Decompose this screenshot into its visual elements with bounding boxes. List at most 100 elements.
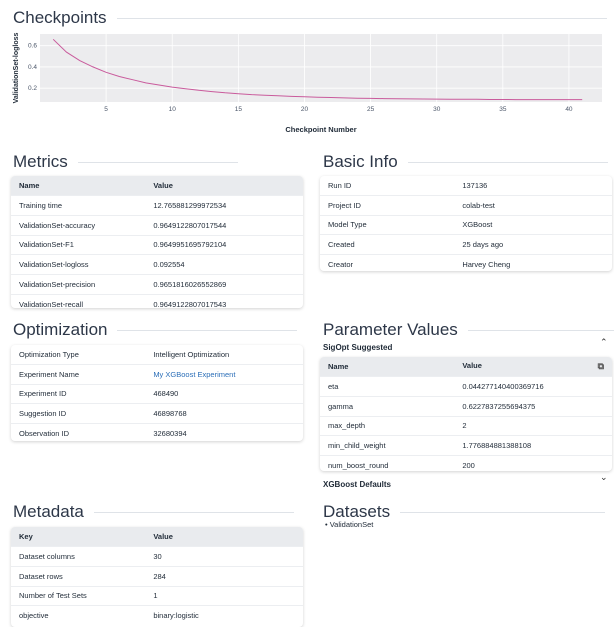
parameter-value: 1.776884881388108 [454,435,612,456]
metadata-value: 1 [145,585,303,606]
x-tick-label: 15 [235,106,243,113]
column-header-key: Key [11,527,146,547]
table-row: Suggestion ID 46898768 [11,403,303,425]
x-tick-label: 10 [169,106,177,113]
parameter-value: 0.6227837255694375 [454,395,612,417]
table-row: Dataset rows 284 [11,565,303,587]
table-row: Created 25 days ago [320,234,612,256]
divider [116,17,607,19]
metric-value: 0.9651816026552869 [145,274,303,295]
metric-name: ValidationSet-precision [11,274,146,295]
basic-info-title-text: Basic Info [323,152,398,171]
info-key: Model Type [320,215,455,236]
datasets-title-text: Datasets [323,502,391,521]
info-key: Run ID [320,176,455,196]
x-tick-label: 25 [367,106,375,113]
metrics-title: Metrics [13,152,238,172]
parameter-value: 200 [454,455,612,471]
column-header-value: Value [462,361,482,370]
metric-value: 12.765881299972534 [145,195,303,216]
dataset-item: ValidationSet [329,520,374,529]
optimization-title: Optimization [13,320,298,340]
table-row: ValidationSet-logloss 0.092554 [11,254,303,275]
y-axis-label: ValidationSet-logloss [13,33,20,104]
table-row: Experiment Name My XGBoost Experiment [11,364,303,385]
optimization-value: 468490 [145,384,303,405]
optimization-key: Observation ID [11,423,146,441]
optimization-title-text: Optimization [13,320,108,339]
info-value: Harvey Cheng [454,254,612,271]
parameter-name: num_boost_round [320,455,455,471]
info-key: Creator [320,254,455,271]
table-row: max_depth 2 [320,415,612,436]
metadata-table: Key Value Dataset columns 30 Dataset rows… [11,527,303,627]
chevron-up-icon[interactable]: ⌃ [600,337,608,348]
optimization-key: Suggestion ID [11,403,146,425]
table-row: Project ID colab-test [320,195,612,216]
experiment-name-link[interactable]: My XGBoost Experiment [153,370,235,379]
divider [467,329,614,331]
table-row: gamma 0.6227837255694375 [320,395,612,417]
optimization-table: Optimization Type Intelligent Optimizatio… [11,345,303,441]
metadata-key: objective [11,605,146,626]
divider [117,329,298,331]
column-header-name: Name [320,357,455,377]
xgboost-defaults-label[interactable]: XGBoost Defaults [323,480,391,489]
checkpoints-chart: 5 10 15 20 25 30 35 40 0.2 0.4 0.6 ValidationSet-l… [13,33,602,134]
optimization-value: 46898768 [145,403,303,425]
info-key: Project ID [320,195,455,216]
basic-info-table: Run ID 137136 Project ID colab-test Model … [320,176,612,271]
parameter-name: min_child_weight [320,435,455,456]
parameter-values-title: Parameter Values [323,320,614,340]
parameters-table: Name Value ⧉ eta 0.044277140400369716 gamm… [320,357,612,471]
table-row: Model Type XGBoost [320,215,612,236]
chevron-down-icon[interactable]: ⌄ [600,472,608,483]
basic-info-title: Basic Info [323,152,608,172]
parameter-name: max_depth [320,415,455,436]
table-row: Optimization Type Intelligent Optimizatio… [11,345,303,365]
x-tick-label: 5 [104,106,108,113]
info-value: colab-test [454,195,612,216]
table-row: num_boost_round 200 [320,455,612,471]
info-value: 137136 [454,176,612,196]
metadata-value: 30 [145,546,303,567]
metadata-value: binary:logistic [145,605,303,626]
metrics-title-text: Metrics [13,152,68,171]
value-header-cell: Value ⧉ [454,357,612,377]
metric-value: 0.9649122807017544 [145,214,303,236]
metric-name: ValidationSet-logloss [11,254,146,275]
y-tick-label: 0.6 [28,43,37,50]
optimization-key: Experiment ID [11,384,146,405]
table-row: Number of Test Sets 1 [11,585,303,606]
x-tick-label: 40 [565,106,573,113]
checkpoints-title-text: Checkpoints [13,8,107,27]
copy-icon[interactable]: ⧉ [598,361,604,372]
metric-name: ValidationSet-recall [11,293,146,308]
divider [400,511,606,513]
metadata-key: Number of Test Sets [11,585,146,606]
table-row: Training time 12.765881299972534 [11,195,303,216]
optimization-value: 32680394 [145,423,303,441]
parameter-value: 0.044277140400369716 [454,376,612,397]
y-tick-label: 0.2 [28,85,37,92]
metric-value: 0.9649122807017543 [145,293,303,308]
y-tick-label: 0.4 [28,64,37,71]
parameter-value: 2 [454,415,612,436]
metadata-title: Metadata [13,502,294,522]
optimization-key: Experiment Name [11,364,146,385]
column-header-value: Value [145,176,303,196]
x-tick-label: 30 [433,106,441,113]
column-header-value: Value [145,527,303,547]
divider [93,511,294,513]
datasets-list: • ValidationSet [325,520,374,529]
x-tick-label: 35 [499,106,507,113]
sigopt-suggested-label[interactable]: SigOpt Suggested [323,343,392,352]
info-value: XGBoost [454,215,612,236]
optimization-key: Optimization Type [11,345,146,365]
table-row: Creator Harvey Cheng [320,254,612,271]
info-key: Created [320,234,455,256]
metric-name: Training time [11,195,146,216]
metric-value: 0.092554 [145,254,303,275]
metrics-table: Name Value Training time 12.7658812999725… [11,176,303,308]
column-header-name: Name [11,176,146,196]
